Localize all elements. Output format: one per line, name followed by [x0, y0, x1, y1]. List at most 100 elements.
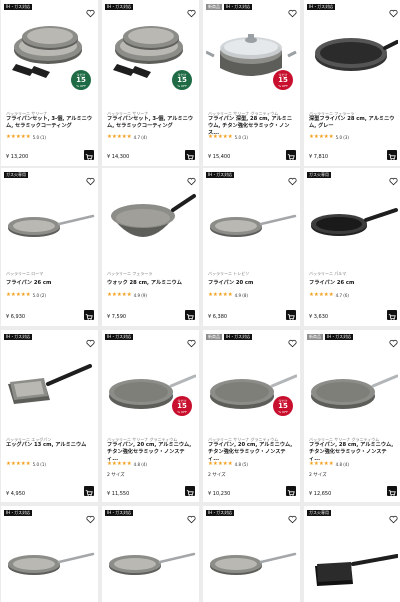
add-to-cart-button[interactable]	[286, 150, 296, 161]
product-title[interactable]: ウォック 28 cm, アルミニウム	[107, 280, 195, 287]
rating-count: 4.8 (5)	[234, 461, 248, 467]
star-rating-icon: ★★★★★	[208, 292, 233, 298]
product-title[interactable]: エッグパン 13 cm, アルミニウム	[6, 442, 94, 449]
product-rating: ★★★★★ 5.0 (1)	[208, 134, 248, 140]
product-card[interactable]: 新商品 IH・ガス対応 今だけ 15 % OFF バッラリーニ サリーナ グラニティ…	[203, 0, 300, 166]
star-rating-icon: ★★★★★	[107, 134, 132, 140]
product-rating: ★★★★★ 4.9 (8)	[208, 292, 248, 298]
heart-icon[interactable]	[187, 509, 196, 524]
discount-seal: 今だけ 15 % OFF	[273, 70, 293, 90]
product-card[interactable]: バッラリーニ フェラーラ ウォック 28 cm, アルミニウム ★★★★★ 4.9 …	[102, 168, 199, 326]
product-title[interactable]: フライパン 20 cm	[208, 280, 296, 287]
product-title[interactable]: フライパン 26 cm	[309, 280, 397, 287]
heart-icon[interactable]	[288, 333, 297, 348]
star-rating-icon: ★★★★★	[6, 461, 31, 467]
heart-icon[interactable]	[389, 333, 398, 348]
star-rating-icon: ★★★★★	[309, 461, 334, 467]
granitium-frypan-icon[interactable]	[105, 342, 197, 432]
heart-icon[interactable]	[288, 3, 297, 18]
product-price: ¥ 7,590	[107, 314, 127, 320]
grey-frypan-icon[interactable]	[206, 518, 297, 596]
heart-icon[interactable]	[187, 171, 196, 186]
grey-frypan-icon[interactable]	[4, 180, 95, 260]
heart-icon[interactable]	[288, 171, 297, 186]
product-title[interactable]: フライパン 26 cm	[6, 280, 94, 287]
rating-count: 4.8 (4)	[133, 461, 147, 467]
product-rating: ★★★★★ 4.8 (4)	[107, 461, 147, 467]
product-badge: IH・ガス対応	[4, 334, 33, 340]
add-to-cart-button[interactable]	[286, 310, 296, 321]
product-card[interactable]: 新商品 IH・ガス対応 今だけ 15 % OFF バッラリーニ サリーナ グラニティ…	[203, 330, 300, 502]
product-title[interactable]: 深型フライパン 28 cm, アルミニウム, グレー	[309, 116, 397, 130]
product-card[interactable]: 新商品 IH・ガス対応 バッラリーニ サリーナ グラニティウム フライパン, 28 …	[304, 330, 400, 502]
add-to-cart-button[interactable]	[185, 310, 195, 321]
product-card[interactable]: IH・ガス対応 今だけ 15 % OFF バッラリーニ サリーナ フライパンセット,…	[102, 0, 199, 166]
badge-group: 新商品 IH・ガス対応	[307, 334, 354, 340]
egg-pan-icon[interactable]	[4, 342, 95, 432]
seal-value: 15	[278, 401, 288, 410]
seal-value: 15	[177, 401, 187, 410]
square-egg-pan-icon[interactable]	[307, 518, 399, 596]
black-frypan-icon[interactable]	[307, 180, 398, 260]
heart-icon[interactable]	[389, 509, 398, 524]
heart-icon[interactable]	[86, 333, 95, 348]
heart-icon[interactable]	[389, 3, 398, 18]
rating-count: 5.0 (1)	[32, 461, 46, 467]
heart-icon[interactable]	[288, 509, 297, 524]
grey-wok-icon[interactable]	[105, 180, 196, 260]
product-title[interactable]: フライパンセット, 3-個, アルミニウム, セラミックコーティング	[107, 116, 195, 130]
star-rating-icon: ★★★★★	[107, 461, 132, 467]
heart-icon[interactable]	[187, 3, 196, 18]
product-rating: ★★★★★ 4.8 (4)	[309, 461, 349, 467]
heart-icon[interactable]	[86, 171, 95, 186]
product-badge: IH・ガス対応	[105, 510, 134, 516]
product-card[interactable]: IH・ガス対応 今だけ 15 % OFF バッラリーニ サリーナ フライパンセット,…	[1, 0, 98, 166]
product-title[interactable]: フライパン, 20 cm, アルミニウム, チタン強化セラミック・ノンスティ..…	[107, 442, 195, 463]
product-card[interactable]: IH・ガス対応	[102, 506, 199, 602]
product-price: ¥ 6,930	[6, 314, 26, 320]
rating-count: 5.0 (2)	[32, 292, 46, 298]
heart-icon[interactable]	[86, 3, 95, 18]
product-card[interactable]: IH・ガス対応 今だけ 15 % OFF バッラリーニ サリーナ グラニティウムフ…	[102, 330, 199, 502]
product-brand: バッラリーニ パルマ	[309, 271, 347, 276]
add-to-cart-button[interactable]	[84, 486, 94, 497]
seal-text-bottom: % OFF	[76, 83, 86, 88]
granitium-frypan-icon[interactable]	[307, 342, 399, 432]
product-card[interactable]: IH・ガス対応	[1, 506, 98, 602]
rating-count: 5.0 (1)	[32, 134, 46, 140]
star-rating-icon: ★★★★★	[309, 292, 334, 298]
badge-group: IH・ガス対応	[206, 510, 235, 516]
product-price: ¥ 12,650	[309, 491, 332, 497]
discount-seal: 今だけ 15 % OFF	[273, 396, 293, 416]
product-title[interactable]: フライパン, 20 cm, アルミニウム, チタン強化セラミック・ノンスティ..…	[208, 442, 296, 463]
product-card[interactable]: IH・ガス対応 バッラリーニ エッグパン エッグパン 13 cm, アルミニウム ★…	[1, 330, 98, 502]
product-card[interactable]: ガス火専用 バッラリーニ ローマ フライパン 26 cm ★★★★★ 5.0 (2)…	[1, 168, 98, 326]
grey-frypan-icon[interactable]	[105, 518, 196, 596]
add-to-cart-button[interactable]	[286, 486, 296, 497]
add-to-cart-button[interactable]	[387, 150, 397, 161]
add-to-cart-button[interactable]	[84, 310, 94, 321]
product-brand: バッラリーニ フェラーラ	[107, 271, 153, 276]
add-to-cart-button[interactable]	[387, 310, 397, 321]
product-title[interactable]: フライパンセット, 3-個, アルミニウム, セラミックコーティング	[6, 116, 94, 130]
add-to-cart-button[interactable]	[84, 150, 94, 161]
product-price: ¥ 15,400	[208, 154, 231, 160]
product-card[interactable]: IH・ガス対応 バッラリーニ トレビソ フライパン 20 cm ★★★★★ 4.9 …	[203, 168, 300, 326]
heart-icon[interactable]	[187, 333, 196, 348]
grey-frypan-icon[interactable]	[4, 518, 95, 596]
granitium-frypan-icon[interactable]	[206, 342, 298, 432]
heart-icon[interactable]	[86, 509, 95, 524]
product-card[interactable]: ガス火専用	[304, 506, 400, 602]
product-card[interactable]: ガス火専用 バッラリーニ パルマ フライパン 26 cm ★★★★★ 4.7 (6)…	[304, 168, 400, 326]
product-price: ¥ 6,380	[208, 314, 228, 320]
product-card[interactable]: IH・ガス対応	[203, 506, 300, 602]
dark-deep-pan-icon[interactable]	[307, 12, 399, 92]
add-to-cart-button[interactable]	[387, 486, 397, 497]
grey-frypan-icon[interactable]	[206, 180, 297, 260]
product-title[interactable]: フライパン, 28 cm, アルミニウム, チタン強化セラミック・ノンスティ..…	[309, 442, 397, 463]
product-card[interactable]: IH・ガス対応 バッラリーニ フェラーラ 深型フライパン 28 cm, アルミニウ…	[304, 0, 400, 166]
add-to-cart-button[interactable]	[185, 486, 195, 497]
product-rating: ★★★★★ 4.8 (5)	[208, 461, 248, 467]
heart-icon[interactable]	[389, 171, 398, 186]
add-to-cart-button[interactable]	[185, 150, 195, 161]
